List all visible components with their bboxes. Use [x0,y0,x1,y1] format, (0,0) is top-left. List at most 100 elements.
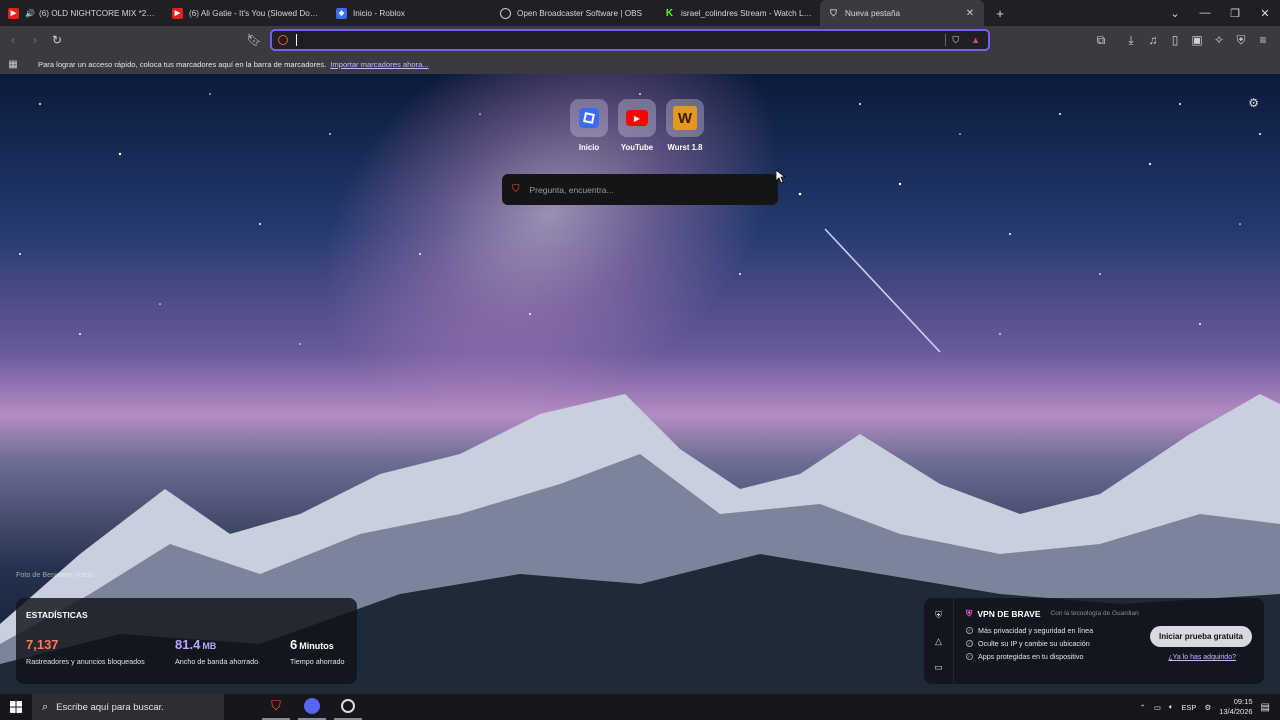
top-site-wurst[interactable]: W Wurst 1.8 [666,99,704,152]
taskbar-apps: ⛉ [262,694,362,720]
trackers-count: 7,137 [26,637,59,652]
tab-nueva-pestana[interactable]: ⛉ Nueva pestaña ✕ [820,0,984,26]
tab-nightcore[interactable]: ▶ 🔊 (6) OLD NIGHTCORE MIX *2000/... [0,0,164,26]
maximize-button[interactable]: ❐ [1220,7,1250,20]
clock[interactable]: 09:15 13/4/2026 [1219,697,1252,717]
toolbar: ‹ › ↻ 🔖︎ ⛉ ▲ ⧉ ⤓ ♫ ▯ ▣ ✧ ⛨ ≡ [0,26,1280,54]
settings-icon[interactable]: ⚙ [1204,703,1211,712]
reload-button[interactable]: ↻ [46,29,68,51]
top-site-label: Inicio [578,143,600,152]
already-acquired-link[interactable]: ¿Ya lo has adquirido? [1168,654,1236,661]
tab-obs[interactable]: Open Broadcaster Software | OBS [492,0,656,26]
tab-title: (6) Ali Gatie - It's You (Slowed Down) [189,8,320,18]
taskbar: ⌕ Escribe aquí para buscar. ⛉ ⌃ ▭ 🔈︎ ESP… [0,694,1280,720]
youtube-icon: ▶ [172,7,183,19]
stats-widget: ESTADÍSTICAS 7,137 Rastreadores y anunci… [16,598,357,684]
top-site-tile[interactable]: ▶ [618,99,656,137]
bookmark-icon[interactable]: 🔖︎ [243,29,265,51]
photo-credit[interactable]: Foto de Benjamin Voros [16,570,93,579]
back-button[interactable]: ‹ [2,29,24,51]
search-icon: ⌕ [42,700,49,713]
tab-kick[interactable]: K israel_colindres Stream - Watch Live [656,0,820,26]
window-controls: ⌄ — ❐ ✕ [1160,0,1280,26]
tab-title: israel_colindres Stream - Watch Live [681,8,812,18]
menu-icon[interactable]: ≡ [1252,29,1274,51]
search-engine-icon[interactable] [278,35,288,45]
address-input[interactable] [288,31,946,49]
taskbar-obs[interactable] [334,694,362,720]
media-icon[interactable]: ♫ [1142,29,1164,51]
brave-lion-icon: ⛉ [512,184,520,195]
settings-gear-icon[interactable]: ⚙ [1248,96,1259,110]
close-tab-icon[interactable]: ✕ [964,7,976,19]
import-bookmarks-link[interactable]: Importar marcadores ahora... [330,60,428,69]
top-site-inicio[interactable]: Inicio [570,99,608,152]
language-indicator[interactable]: ESP [1181,703,1196,712]
search-box[interactable]: ⛉ Pregunta, encuentra... [502,174,778,205]
obs-icon [341,699,355,713]
roblox-icon [579,108,599,128]
bookmarks-message: Para lograr un acceso rápido, coloca tus… [38,59,327,69]
leo-ai-icon[interactable]: ✧ [1208,29,1230,51]
discord-icon [304,698,320,714]
obs-icon [500,7,511,19]
brave-rewards-icon[interactable]: ▲ [971,35,980,45]
taskbar-search[interactable]: ⌕ Escribe aquí para buscar. [32,694,224,720]
tab-search-icon[interactable]: ⌄ [1160,7,1190,20]
download-icon[interactable]: ⤓ [1120,29,1142,51]
news-icon[interactable]: ▭ [934,662,943,673]
chevron-up-icon[interactable]: ⌃ [1140,703,1146,712]
apps-grid-icon[interactable]: ▦ [0,59,26,70]
roblox-icon: ◆ [336,7,347,19]
tab-capture-icon[interactable]: ⧉ [1090,29,1112,51]
start-button[interactable] [0,701,32,713]
tab-roblox[interactable]: ◆ Inicio - Roblox [328,0,492,26]
start-trial-button[interactable]: Iniciar prueba gratuita [1149,626,1252,647]
tab-ali-gatie[interactable]: ▶ (6) Ali Gatie - It's You (Slowed Down) [164,0,328,26]
taskbar-discord[interactable] [298,694,326,720]
youtube-icon: ▶ [626,110,648,126]
top-site-youtube[interactable]: ▶ YouTube [618,99,656,152]
taskbar-brave[interactable]: ⛉ [262,694,290,720]
network-icon[interactable]: ▭ [1154,703,1161,712]
minimize-button[interactable]: — [1190,7,1220,19]
widget-switcher: ⛨ △ ▭ [924,598,954,684]
top-site-tile[interactable]: W [666,99,704,137]
new-tab-button[interactable]: + [990,3,1010,23]
system-tray: ⌃ ▭ 🔈︎ ESP ⚙ 09:15 13/4/2026 ▤ [1140,694,1270,720]
vpn-title: VPN DE BRAVE [977,608,1041,619]
top-site-tile[interactable] [570,99,608,137]
brave-shields-icon[interactable]: ⛉ [952,35,959,46]
forward-button[interactable]: › [24,29,46,51]
kick-icon: K [664,7,675,19]
time-label: Tiempo ahorrado [290,657,345,666]
rewards-triangle-icon[interactable]: △ [935,636,942,647]
taskbar-search-placeholder: Escribe aquí para buscar. [56,701,164,713]
close-window-button[interactable]: ✕ [1250,7,1280,20]
vpn-feature: ✓ Más privacidad y seguridad en línea [966,626,1093,635]
feature-text: Más privacidad y seguridad en línea [978,626,1094,635]
vpn-logo-icon: ⛨ [966,608,973,618]
tab-strip: ▶ 🔊 (6) OLD NIGHTCORE MIX *2000/... ▶ (6… [0,0,1280,26]
top-sites: Inicio ▶ YouTube W Wurst 1.8 [570,99,704,152]
volume-icon[interactable]: 🔈︎ [1169,702,1174,712]
vpn-widget: ⛨ △ ▭ ⛨ VPN DE BRAVE Con la tecnología d… [924,598,1264,684]
search-placeholder: Pregunta, encuentra... [529,184,614,195]
wallet-icon[interactable]: ▣ [1186,29,1208,51]
address-bar[interactable]: ⛉ ▲ [270,29,990,51]
divider [945,34,947,46]
vpn-icon[interactable]: ⛨ [1230,29,1252,51]
vpn-shield-icon[interactable]: ⛨ [935,610,942,621]
top-site-label: YouTube [620,143,654,152]
check-icon: ✓ [966,640,973,647]
speaker-icon[interactable]: 🔊 [25,9,35,18]
stat-time: 6 Minutos Tiempo ahorrado [290,636,344,666]
trackers-label: Rastreadores y anuncios bloqueados [26,657,145,666]
brave-icon: ⛉ [830,7,837,18]
sidebar-icon[interactable]: ▯ [1164,29,1186,51]
time-value: 6 [290,637,298,652]
time-unit: Minutos [299,641,334,651]
clock-date: 13/4/2026 [1219,707,1253,716]
notifications-icon[interactable]: ▤ [1261,702,1270,713]
bandwidth-unit: MB [202,641,217,651]
